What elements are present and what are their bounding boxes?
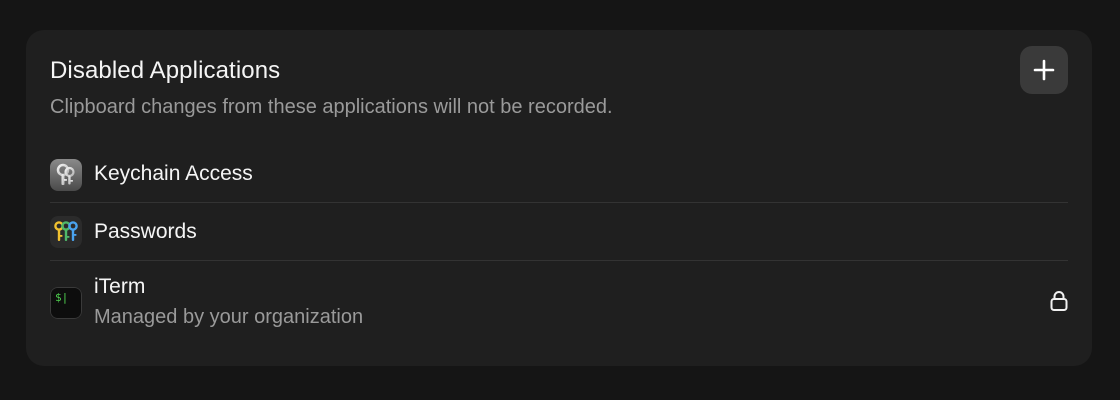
- keychain-access-icon: [50, 159, 82, 191]
- app-name: iTerm: [94, 275, 146, 298]
- terminal-prompt: $|: [55, 291, 68, 304]
- add-application-button[interactable]: [1020, 46, 1068, 94]
- app-name: Passwords: [94, 220, 197, 243]
- passwords-icon: [50, 216, 82, 248]
- lock-icon: [1050, 291, 1068, 311]
- disabled-applications-card: Disabled Applications Clipboard changes …: [26, 30, 1092, 366]
- app-name: Keychain Access: [94, 162, 253, 185]
- iterm-icon: $|: [50, 287, 82, 319]
- app-row-iterm[interactable]: $| iTerm Managed by your organization: [50, 262, 1068, 342]
- app-row-keychain-access[interactable]: Keychain Access: [50, 148, 1068, 203]
- section-subtitle: Clipboard changes from these application…: [50, 96, 613, 118]
- managed-by-organization-label: Managed by your organization: [94, 306, 364, 328]
- plus-icon: [1033, 59, 1055, 81]
- section-title: Disabled Applications: [50, 57, 281, 84]
- app-row-passwords[interactable]: Passwords: [50, 204, 1068, 261]
